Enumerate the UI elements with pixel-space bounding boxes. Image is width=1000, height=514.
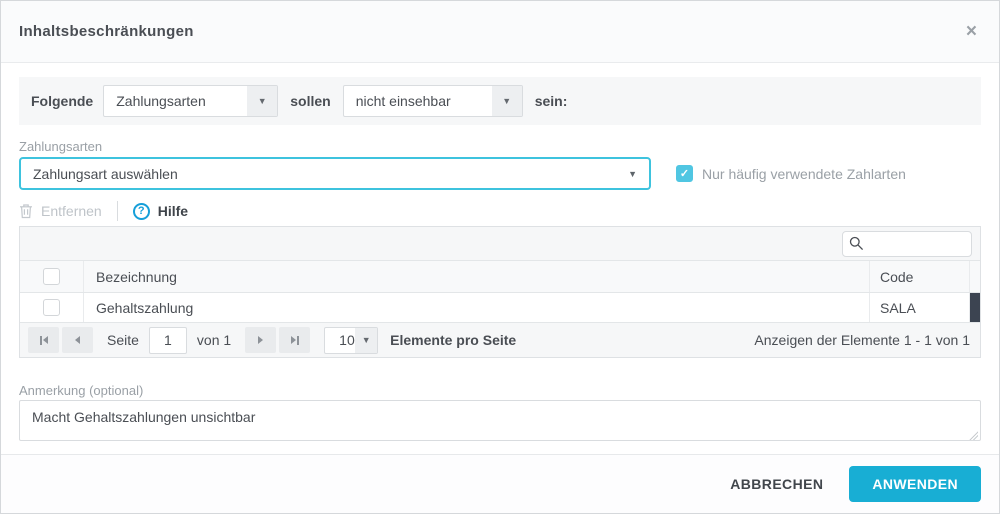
frequent-payment-types-label: Nur häufig verwendete Zahlarten: [702, 166, 906, 182]
dialog-content: Folgende Zahlungsarten ▼ sollen nicht ei…: [1, 63, 999, 454]
table-row[interactable]: Gehaltszahlung SALA: [20, 293, 980, 322]
page-of-label: von 1: [197, 332, 231, 348]
next-page-button[interactable]: [245, 327, 276, 353]
restriction-type-value: Zahlungsarten: [104, 93, 247, 109]
dialog-titlebar: Inhaltsbeschränkungen ×: [1, 1, 999, 63]
grid-toolbar: [20, 227, 980, 261]
list-toolbar: Entfernen ? Hilfe: [19, 198, 981, 224]
grid-header-scrollbar-spacer: [970, 261, 980, 292]
resize-grip-icon[interactable]: [969, 431, 978, 440]
remove-button-label: Entfernen: [41, 203, 102, 219]
payment-type-combobox[interactable]: Zahlungsart auswählen ▼: [19, 157, 651, 190]
page-word-label: Seite: [107, 332, 139, 348]
note-textarea[interactable]: Macht Gehaltszahlungen unsichtbar: [19, 400, 981, 441]
check-icon: ✓: [680, 167, 689, 180]
chevron-down-icon[interactable]: ▼: [628, 169, 637, 179]
page-size-value: 10: [325, 332, 355, 348]
payment-types-label: Zahlungsarten: [19, 139, 981, 154]
content-restrictions-dialog: Inhaltsbeschränkungen × Folgende Zahlung…: [0, 0, 1000, 514]
help-icon: ?: [133, 203, 150, 220]
criteria-prefix-label: Folgende: [31, 93, 93, 109]
criteria-suffix-label: sein:: [535, 93, 568, 109]
row-checkbox[interactable]: [43, 299, 60, 316]
page-size-dropdown[interactable]: 10 ▼: [324, 327, 378, 354]
visibility-value: nicht einsehbar: [344, 93, 492, 109]
grid-pager: Seite von 1 10 ▼ Elemente pro Seite Anze…: [20, 322, 980, 357]
prev-page-button[interactable]: [62, 327, 93, 353]
first-page-icon: [40, 336, 42, 345]
grid-scrollbar-thumb[interactable]: [970, 293, 980, 322]
visibility-dropdown[interactable]: nicht einsehbar ▼: [343, 85, 523, 117]
pager-info: Anzeigen der Elemente 1 - 1 von 1: [754, 332, 972, 348]
first-page-button[interactable]: [28, 327, 59, 353]
trash-icon: [19, 203, 33, 219]
prev-page-icon: [75, 336, 80, 344]
select-all-checkbox[interactable]: [43, 268, 60, 285]
grid-header-row: Bezeichnung Code: [20, 261, 980, 293]
row-code-cell: SALA: [870, 293, 970, 322]
last-page-button[interactable]: [279, 327, 310, 353]
search-icon: [849, 236, 864, 251]
cancel-button[interactable]: ABBRECHEN: [730, 476, 823, 492]
note-label: Anmerkung (optional): [19, 383, 981, 398]
grid-header-code[interactable]: Code: [870, 261, 970, 292]
grid-scrollbar-track[interactable]: [970, 293, 980, 322]
payment-types-grid: Bezeichnung Code Gehaltszahlung SALA: [19, 226, 981, 358]
chevron-down-icon[interactable]: ▼: [355, 328, 377, 353]
grid-search-box[interactable]: [842, 231, 972, 257]
toolbar-separator: [117, 201, 118, 221]
dialog-title: Inhaltsbeschränkungen: [19, 23, 194, 40]
grid-search-input[interactable]: [869, 236, 965, 251]
restriction-type-dropdown[interactable]: Zahlungsarten ▼: [103, 85, 278, 117]
last-page-icon: [291, 336, 296, 344]
frequent-payment-types-checkbox[interactable]: ✓: [676, 165, 693, 182]
chevron-down-icon[interactable]: ▼: [492, 86, 522, 116]
row-name-cell: Gehaltszahlung: [84, 293, 870, 322]
dialog-footer: ABBRECHEN ANWENDEN: [1, 454, 999, 513]
grid-header-checkbox-cell: [20, 261, 84, 292]
payment-type-combobox-value: Zahlungsart auswählen: [33, 166, 628, 182]
chevron-down-icon[interactable]: ▼: [247, 86, 277, 116]
page-size-label: Elemente pro Seite: [390, 332, 516, 348]
row-checkbox-cell: [20, 293, 84, 322]
help-button-label: Hilfe: [158, 203, 188, 219]
note-field-wrap: Macht Gehaltszahlungen unsichtbar: [19, 400, 981, 446]
page-number-input[interactable]: [149, 327, 187, 354]
payment-picker-row: Zahlungsart auswählen ▼ ✓ Nur häufig ver…: [19, 157, 981, 190]
close-icon[interactable]: ×: [966, 22, 977, 41]
next-page-icon: [258, 336, 263, 344]
remove-button[interactable]: Entfernen: [19, 203, 102, 219]
help-button[interactable]: ? Hilfe: [133, 203, 188, 220]
criteria-verb-label: sollen: [290, 93, 330, 109]
criteria-band: Folgende Zahlungsarten ▼ sollen nicht ei…: [19, 77, 981, 125]
pager-forward-group: [245, 327, 310, 353]
frequent-payment-types-toggle[interactable]: ✓ Nur häufig verwendete Zahlarten: [676, 165, 906, 182]
grid-header-name[interactable]: Bezeichnung: [84, 261, 870, 292]
apply-button[interactable]: ANWENDEN: [849, 466, 981, 502]
